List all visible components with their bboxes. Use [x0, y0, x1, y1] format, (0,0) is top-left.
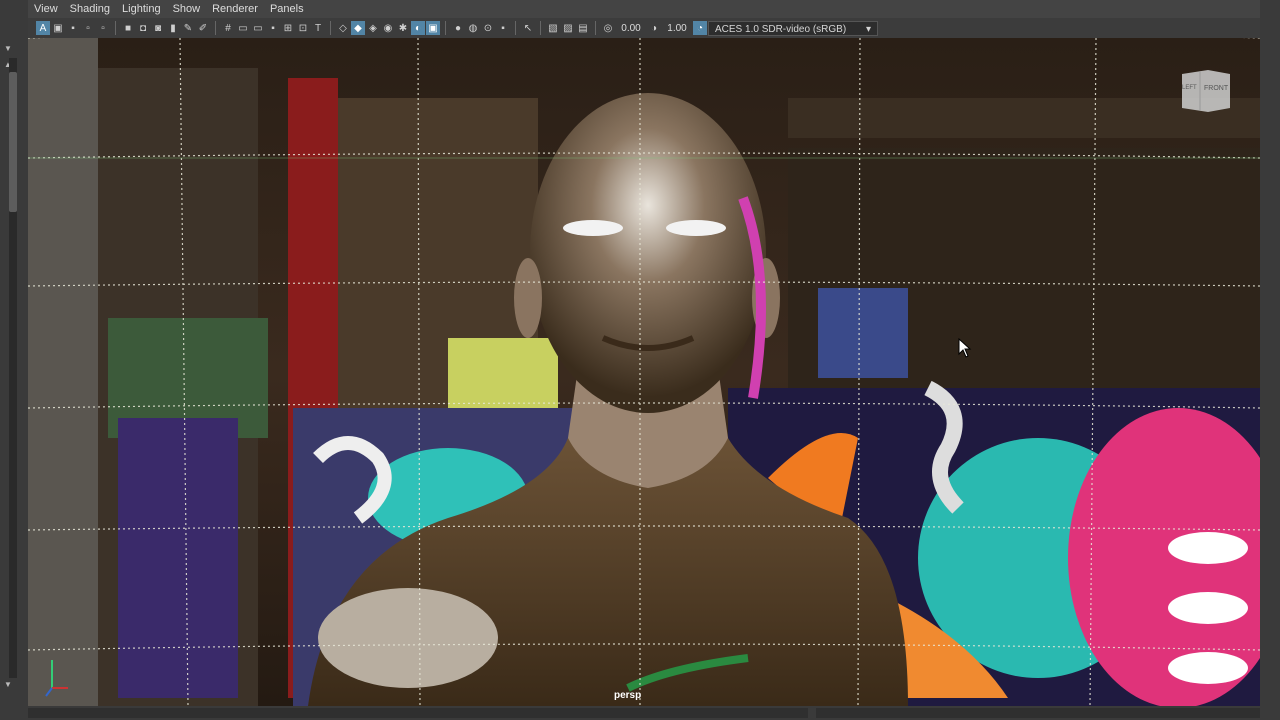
scroll-down-icon[interactable]: ▼: [4, 680, 12, 689]
scene-render: [28, 38, 1260, 706]
menu-shading[interactable]: Shading: [64, 0, 116, 18]
film-gate-icon[interactable]: ▮: [166, 21, 180, 35]
select-tool-icon[interactable]: ↖: [521, 21, 535, 35]
xray-icon[interactable]: ●: [451, 21, 465, 35]
menu-lighting[interactable]: Lighting: [116, 0, 167, 18]
viewcube-left-label: LEFT: [1182, 85, 1197, 91]
select-camera-icon[interactable]: A: [36, 21, 50, 35]
motion-blur-icon[interactable]: ▨: [561, 21, 575, 35]
3d-viewport[interactable]: LEFT FRONT persp: [28, 38, 1260, 706]
camera-label: persp: [614, 690, 642, 701]
viewcube-front-label: FRONT: [1204, 85, 1229, 92]
menu-view[interactable]: View: [28, 0, 64, 18]
safe-title-icon[interactable]: T: [311, 21, 325, 35]
film-gate-toggle-icon[interactable]: ▭: [236, 21, 250, 35]
wireframe-icon[interactable]: ◇: [336, 21, 350, 35]
grease-pencil-icon[interactable]: ✎: [181, 21, 195, 35]
xray-joints-icon[interactable]: ◍: [466, 21, 480, 35]
camera-icon[interactable]: ■: [121, 21, 135, 35]
exposure-field[interactable]: 0.00: [616, 23, 646, 34]
gamma-icon[interactable]: ◑: [647, 21, 661, 35]
gamma-field[interactable]: 1.00: [662, 23, 692, 34]
menu-show[interactable]: Show: [167, 0, 207, 18]
high-quality-icon[interactable]: ▧: [546, 21, 560, 35]
chevron-down-icon: ▾: [865, 23, 871, 35]
camera-lock-icon[interactable]: ◘: [136, 21, 150, 35]
backface-icon[interactable]: ▪: [496, 21, 510, 35]
image-plane-icon[interactable]: ▫: [81, 21, 95, 35]
panel-toolbar: A ▣ ▪ ▫ ▫ ■ ◘ ◙ ▮ ✎ ✐ # ▭ ▭ ▪ ⊞ ⊡ T ◇ ◆ …: [28, 18, 1260, 38]
maya-viewport-window: ▼ ▲ ▼ View Shading Lighting Show Rendere…: [0, 0, 1280, 720]
use-all-lights-icon[interactable]: ✱: [396, 21, 410, 35]
safe-action-icon[interactable]: ⊡: [296, 21, 310, 35]
viewcube[interactable]: LEFT FRONT: [1178, 68, 1234, 114]
pencil-icon[interactable]: ✐: [196, 21, 210, 35]
ambient-occlusion-icon[interactable]: ▣: [426, 21, 440, 35]
exposure-icon[interactable]: ◎: [601, 21, 615, 35]
snapshot-icon[interactable]: ◙: [151, 21, 165, 35]
shadows-icon[interactable]: ◐: [411, 21, 425, 35]
2d-pan-icon[interactable]: ▫: [96, 21, 110, 35]
panel-menu-bar: View Shading Lighting Show Renderer Pane…: [28, 0, 1260, 18]
bottom-scroll-track[interactable]: [28, 708, 808, 718]
smooth-shade-icon[interactable]: ◆: [351, 21, 365, 35]
grid-icon[interactable]: #: [221, 21, 235, 35]
camera-attributes-icon[interactable]: ▣: [51, 21, 65, 35]
resolution-gate-icon[interactable]: ▭: [251, 21, 265, 35]
gate-mask-icon[interactable]: ▪: [266, 21, 280, 35]
anti-alias-icon[interactable]: ▤: [576, 21, 590, 35]
isolate-icon[interactable]: ⊙: [481, 21, 495, 35]
menu-arrow-icon[interactable]: ▼: [4, 44, 12, 53]
bottom-scroll-track-right[interactable]: [816, 708, 1260, 718]
textured-icon[interactable]: ◉: [381, 21, 395, 35]
color-management-icon[interactable]: ◔: [693, 21, 707, 35]
wireframe-on-shaded-icon[interactable]: ◈: [366, 21, 380, 35]
left-scrollbar-thumb[interactable]: [9, 72, 17, 212]
menu-renderer[interactable]: Renderer: [206, 0, 264, 18]
menu-panels[interactable]: Panels: [264, 0, 310, 18]
view-transform-value: ACES 1.0 SDR-video (sRGB): [715, 23, 847, 35]
field-chart-icon[interactable]: ⊞: [281, 21, 295, 35]
bottom-bar: [0, 706, 1280, 720]
bookmark-icon[interactable]: ▪: [66, 21, 80, 35]
left-panel-strip: ▼ ▲ ▼: [0, 0, 28, 720]
mouse-cursor-icon: [958, 337, 972, 363]
view-transform-dropdown[interactable]: ACES 1.0 SDR-video (sRGB) ▾: [708, 20, 878, 36]
right-panel-strip: [1260, 0, 1280, 720]
